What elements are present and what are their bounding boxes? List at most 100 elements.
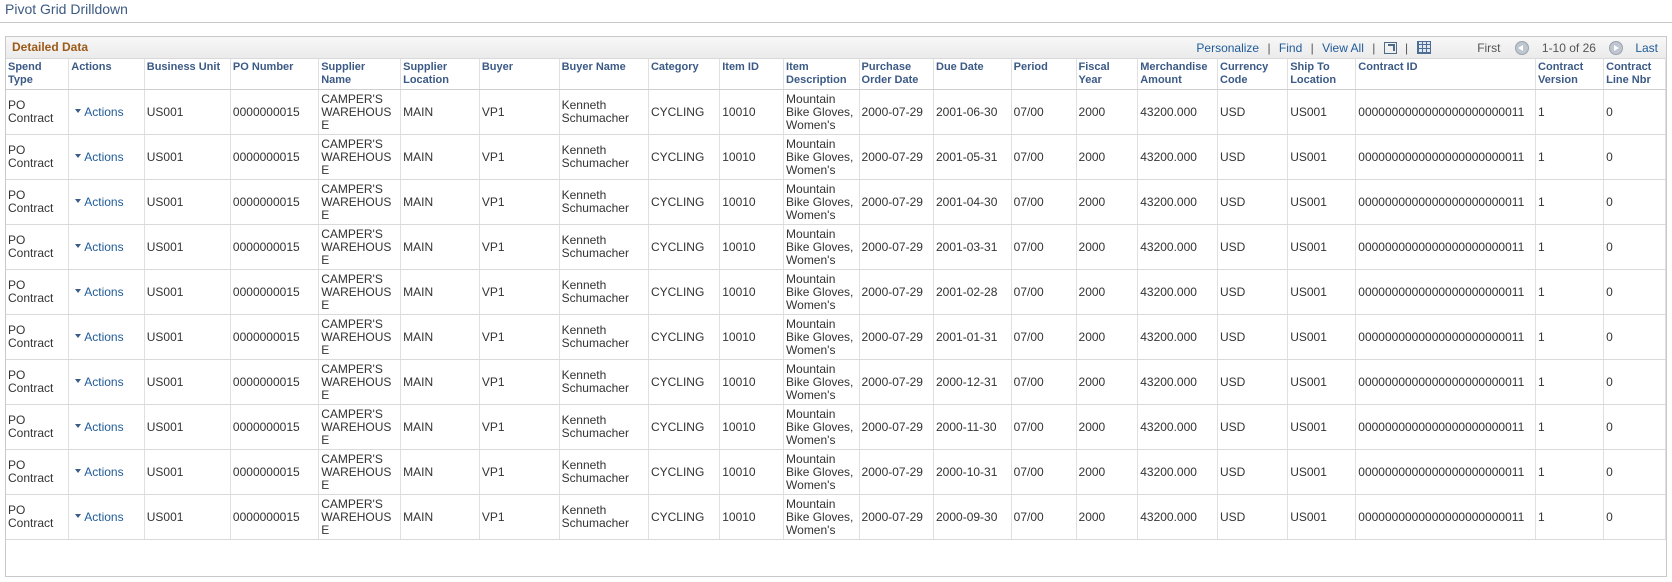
column-header[interactable]: Contract Line Nbr xyxy=(1603,59,1666,90)
column-header[interactable]: Contract ID xyxy=(1355,59,1537,90)
table-cell: 1 xyxy=(1535,314,1605,360)
table-cell: 0000000015 xyxy=(230,269,320,315)
table-cell: 0000000000000000000000011 xyxy=(1355,269,1537,315)
column-header[interactable]: Period xyxy=(1011,59,1077,90)
table-cell: 2001-05-31 xyxy=(933,134,1012,180)
table-cell: 0 xyxy=(1603,89,1666,135)
table-cell: MAIN xyxy=(400,134,480,180)
table-cell: VP1 xyxy=(479,449,560,495)
table-cell: 1 xyxy=(1535,269,1605,315)
table-cell: 0 xyxy=(1603,134,1666,180)
column-header[interactable]: Business Unit xyxy=(144,59,231,90)
table-cell: CAMPER'S WAREHOUSE xyxy=(318,269,402,315)
table-cell: Mountain Bike Gloves, Women's xyxy=(783,404,860,450)
table-cell: 1 xyxy=(1535,89,1605,135)
table-cell: 10010 xyxy=(719,179,785,225)
actions-menu[interactable]: Actions xyxy=(68,314,145,360)
actions-link[interactable]: Actions xyxy=(84,195,123,209)
table-cell: 2000-12-31 xyxy=(933,359,1012,405)
table-cell: 2001-02-28 xyxy=(933,269,1012,315)
table-cell: 2000 xyxy=(1076,224,1139,270)
table-cell: US001 xyxy=(144,134,231,180)
previous-arrow-icon[interactable] xyxy=(1515,40,1530,55)
actions-menu[interactable]: Actions xyxy=(68,89,145,135)
table-cell: US001 xyxy=(144,359,231,405)
table-cell: US001 xyxy=(1287,179,1357,225)
table-cell: MAIN xyxy=(400,179,480,225)
actions-link[interactable]: Actions xyxy=(84,510,123,524)
table-cell: PO Contract xyxy=(6,134,70,180)
column-header[interactable]: Buyer Name xyxy=(559,59,649,90)
column-header[interactable]: Item Description xyxy=(783,59,860,90)
table-cell: 10010 xyxy=(719,89,785,135)
column-header[interactable]: PO Number xyxy=(230,59,320,90)
caret-down-icon xyxy=(75,199,82,204)
actions-menu[interactable]: Actions xyxy=(68,449,145,495)
table-cell: Mountain Bike Gloves, Women's xyxy=(783,449,860,495)
table-cell: 2000 xyxy=(1076,89,1139,135)
find-link[interactable]: Find xyxy=(1279,41,1302,55)
table-cell: 2000 xyxy=(1076,179,1139,225)
column-header[interactable]: Contract Version xyxy=(1535,59,1605,90)
table-cell: Mountain Bike Gloves, Women's xyxy=(783,494,860,540)
last-link[interactable]: Last xyxy=(1635,41,1658,55)
zoom-icon[interactable] xyxy=(1383,41,1397,54)
table-cell: CYCLING xyxy=(648,224,721,270)
table-cell: 2000 xyxy=(1076,449,1139,495)
caret-down-icon xyxy=(75,424,82,429)
actions-link[interactable]: Actions xyxy=(84,240,123,254)
actions-link[interactable]: Actions xyxy=(84,420,123,434)
actions-menu[interactable]: Actions xyxy=(68,224,145,270)
actions-link[interactable]: Actions xyxy=(84,330,123,344)
actions-link[interactable]: Actions xyxy=(84,285,123,299)
caret-down-icon xyxy=(75,109,82,114)
actions-link[interactable]: Actions xyxy=(84,465,123,479)
column-header[interactable]: Fiscal Year xyxy=(1076,59,1139,90)
view-all-link[interactable]: View All xyxy=(1322,41,1364,55)
next-arrow-icon[interactable] xyxy=(1608,40,1623,55)
column-header[interactable]: Actions xyxy=(68,59,145,90)
table-cell: US001 xyxy=(1287,269,1357,315)
column-header[interactable]: Currency Code xyxy=(1217,59,1289,90)
detailed-data-grid: Detailed Data Personalize | Find | View … xyxy=(5,36,1667,577)
column-header[interactable]: Merchandise Amount xyxy=(1137,59,1218,90)
first-link[interactable]: First xyxy=(1477,41,1500,55)
actions-menu[interactable]: Actions xyxy=(68,179,145,225)
grid-download-icon[interactable] xyxy=(1416,41,1431,55)
table-cell: Mountain Bike Gloves, Women's xyxy=(783,134,860,180)
column-header[interactable]: Supplier Name xyxy=(318,59,402,90)
table-cell: Kenneth Schumacher xyxy=(559,179,649,225)
table-cell: 2001-03-31 xyxy=(933,224,1012,270)
table-cell: CYCLING xyxy=(648,314,721,360)
table-cell: CAMPER'S WAREHOUSE xyxy=(318,359,402,405)
actions-menu[interactable]: Actions xyxy=(68,494,145,540)
column-header[interactable]: Spend Type xyxy=(6,59,70,90)
actions-link[interactable]: Actions xyxy=(84,105,123,119)
table-cell: 2001-01-31 xyxy=(933,314,1012,360)
table-cell: USD xyxy=(1217,494,1289,540)
personalize-link[interactable]: Personalize xyxy=(1196,41,1259,55)
table-cell: US001 xyxy=(144,224,231,270)
table-cell: CAMPER'S WAREHOUSE xyxy=(318,224,402,270)
table-cell: CYCLING xyxy=(648,449,721,495)
column-header[interactable]: Item ID xyxy=(719,59,785,90)
table-cell: 2000-07-29 xyxy=(859,404,935,450)
actions-link[interactable]: Actions xyxy=(84,375,123,389)
table-cell: 07/00 xyxy=(1011,269,1077,315)
actions-menu[interactable]: Actions xyxy=(68,404,145,450)
actions-menu[interactable]: Actions xyxy=(68,134,145,180)
column-header[interactable]: Ship To Location xyxy=(1287,59,1357,90)
table-cell: Kenneth Schumacher xyxy=(559,134,649,180)
column-header[interactable]: Due Date xyxy=(933,59,1012,90)
actions-link[interactable]: Actions xyxy=(84,150,123,164)
column-header[interactable]: Purchase Order Date xyxy=(859,59,935,90)
column-header[interactable]: Category xyxy=(648,59,721,90)
table-cell: 2000-07-29 xyxy=(859,224,935,270)
actions-menu[interactable]: Actions xyxy=(68,359,145,405)
caret-down-icon xyxy=(75,514,82,519)
table-cell: VP1 xyxy=(479,134,560,180)
column-header[interactable]: Supplier Location xyxy=(400,59,480,90)
data-table: Spend Type Actions Business Unit PO Number S… xyxy=(6,59,1666,540)
actions-menu[interactable]: Actions xyxy=(68,269,145,315)
column-header[interactable]: Buyer xyxy=(479,59,560,90)
